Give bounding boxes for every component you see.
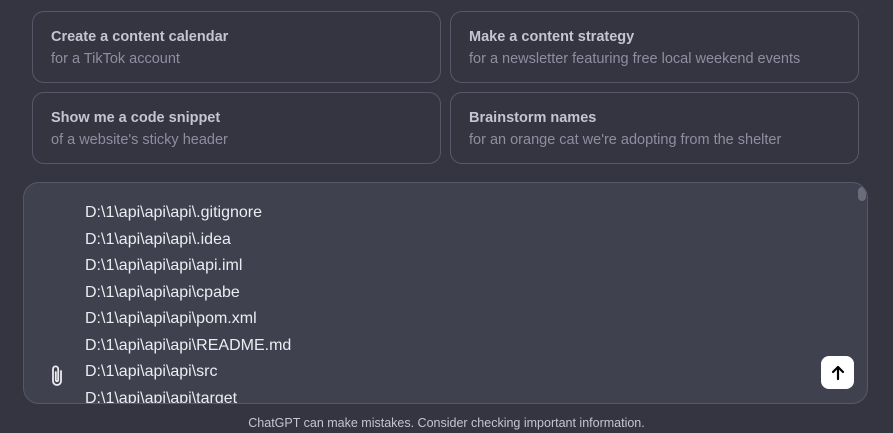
suggestion-title: Brainstorm names <box>469 110 597 126</box>
message-input-line: D:\1\api\api\api\cpabe <box>85 283 240 301</box>
message-composer: D:\1\api\api\api\.gitignore D:\1\api\api… <box>23 182 868 404</box>
suggestion-title: Create a content calendar <box>51 29 229 45</box>
composer-scrollbar[interactable] <box>858 187 866 201</box>
paperclip-icon[interactable] <box>47 364 67 388</box>
chat-page: Create a content calendar for a TikTok a… <box>0 0 893 433</box>
message-input-line: D:\1\api\api\api\src <box>85 363 218 380</box>
message-input-line: D:\1\api\api\api\pom.xml <box>85 310 257 327</box>
suggestion-subtitle: for a TikTok account <box>51 51 180 67</box>
suggestion-card-brainstorm-names[interactable]: Brainstorm names for an orange cat we're… <box>450 92 859 164</box>
disclaimer-text: ChatGPT can make mistakes. Consider chec… <box>248 416 645 430</box>
message-input-line: D:\1\api\api\api\target <box>85 389 238 404</box>
suggestion-title: Show me a code snippet <box>51 110 221 126</box>
suggestion-subtitle: for an orange cat we're adopting from th… <box>469 132 782 148</box>
suggestion-card-code-snippet[interactable]: Show me a code snippet of a website's st… <box>32 92 441 164</box>
message-input-line: D:\1\api\api\api\api.iml <box>85 257 243 274</box>
suggestion-card-content-calendar[interactable]: Create a content calendar for a TikTok a… <box>32 11 441 83</box>
message-input-line: D:\1\api\api\api\.idea <box>85 230 231 248</box>
suggestion-subtitle: for a newsletter featuring free local we… <box>469 51 801 67</box>
suggestion-grid: Create a content calendar for a TikTok a… <box>32 11 859 164</box>
send-button[interactable] <box>821 356 854 389</box>
suggestion-title: Make a content strategy <box>469 29 635 45</box>
message-input-line: D:\1\api\api\api\README.md <box>85 336 292 354</box>
suggestion-card-content-strategy[interactable]: Make a content strategy for a newsletter… <box>450 11 859 83</box>
message-input-line: D:\1\api\api\api\.gitignore <box>85 204 262 221</box>
suggestion-subtitle: of a website's sticky header <box>51 132 228 148</box>
arrow-up-icon <box>831 365 844 380</box>
message-input[interactable]: D:\1\api\api\api\.gitignore D:\1\api\api… <box>85 200 292 404</box>
